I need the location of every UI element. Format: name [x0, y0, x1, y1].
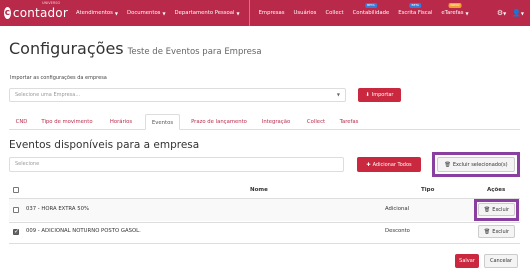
tab-tarefas[interactable]: Tarefas — [335, 114, 363, 130]
nav-label: Empresas — [258, 10, 285, 16]
tab-label: Tipo de movimento — [41, 119, 93, 125]
add-all-label: Adicionar Todos — [372, 161, 412, 168]
column-header-tipo: Tipo — [421, 187, 435, 193]
nav-label: Collect — [325, 10, 344, 16]
trash-icon: 🗑 — [483, 228, 491, 235]
logo-icon: c — [4, 7, 11, 19]
chevron-down-icon: ▼ — [236, 10, 240, 16]
save-button[interactable]: Salvar — [455, 254, 479, 268]
company-select-placeholder: Selecione uma Empresa... — [15, 92, 81, 98]
column-header-acoes: Ações — [487, 187, 506, 193]
page-title-text: Configurações — [9, 39, 124, 58]
divider — [9, 243, 520, 244]
divider — [9, 222, 520, 223]
nav-item-departamento-pessoal[interactable]: Departamento Pessoal ▼ — [175, 0, 240, 26]
nav-item-collect[interactable]: Collect — [325, 0, 343, 26]
nav-label: Documentos — [127, 10, 161, 16]
chevron-down-icon: ▼ — [336, 92, 340, 97]
row-checkbox[interactable] — [13, 207, 19, 213]
tab-integracao[interactable]: Integração — [257, 114, 295, 130]
delete-button[interactable]: 🗑 Excluir — [478, 203, 515, 216]
nav-label: Departamento Pessoal — [174, 10, 235, 16]
column-header-nome: Nome — [250, 187, 268, 193]
select-all-checkbox[interactable] — [13, 187, 19, 193]
tab-tipo-de-movimento[interactable]: Tipo de movimento — [37, 114, 97, 130]
events-section-title: Eventos disponíveis para a empresa — [9, 139, 200, 151]
tab-label: Integração — [261, 119, 291, 125]
config-tabs: CND Tipo de movimento Horários Eventos P… — [9, 114, 520, 130]
tab-eventos[interactable]: Eventos — [145, 114, 180, 130]
nav-item-etarefas[interactable]: NOVO eTarefas ▼ — [441, 0, 469, 26]
import-button[interactable]: ⬇ Importar — [358, 88, 401, 102]
event-type: Adicional — [385, 206, 410, 212]
add-all-button[interactable]: ✚ Adicionar Todos — [357, 157, 421, 172]
gear-icon[interactable]: ⚙▼ — [497, 9, 506, 17]
top-navbar: c contador UNIVERSO Atendimentos ▼ Docume… — [0, 0, 530, 26]
beta-badge: BETA — [365, 3, 377, 8]
beta-badge: BETA — [409, 3, 422, 8]
delete-label: Excluir — [492, 206, 510, 213]
new-badge: NOVO — [448, 3, 462, 8]
row-checkbox[interactable] — [13, 228, 19, 235]
trash-icon: 🗑 — [444, 161, 451, 168]
tab-cnd[interactable]: CND — [12, 114, 31, 130]
nav-item-escrita-fiscal[interactable]: BETA Escrita Fiscal — [398, 0, 432, 26]
user-icon[interactable]: 👤▼ — [512, 9, 524, 17]
delete-label: Excluir — [492, 228, 510, 235]
logo[interactable]: c contador UNIVERSO — [4, 1, 68, 20]
tab-label: Eventos — [151, 120, 174, 126]
tab-label: Prazo de lançamento — [191, 119, 247, 125]
event-select-placeholder: Selecione — [15, 161, 40, 167]
tab-horarios[interactable]: Horários — [105, 114, 137, 130]
nav-item-documentos[interactable]: Documentos ▼ — [127, 0, 166, 26]
page-title: Configurações Teste de Eventos para Empre… — [9, 39, 262, 58]
tab-label: Horários — [109, 119, 133, 125]
logo-text: contador — [12, 6, 68, 20]
plus-icon: ✚ — [366, 161, 371, 168]
nav-item-contabilidade[interactable]: BETA Contabilidade — [352, 0, 390, 26]
nav-label: Contabilidade — [352, 10, 390, 16]
delete-selected-label: Excluir selecionado(s) — [452, 161, 508, 168]
download-icon: ⬇ — [365, 92, 370, 98]
nav-item-usuarios[interactable]: Usuários — [294, 0, 317, 26]
event-name: 009 - ADICIONAL NOTURNO POSTO GASOL. — [26, 228, 141, 234]
tab-label: Tarefas — [339, 119, 359, 125]
nav-item-empresas[interactable]: Empresas — [248, 0, 285, 26]
tab-label: Collect — [306, 119, 326, 125]
tab-prazo-de-lancamento[interactable]: Prazo de lançamento — [186, 114, 252, 130]
event-name: 037 - HORA EXTRA 50% — [26, 206, 89, 212]
nav-label: eTarefas — [441, 10, 464, 16]
nav-label: Usuários — [293, 10, 317, 16]
import-label: Importar as configurações da empresa — [10, 75, 107, 81]
chevron-down-icon: ▼ — [465, 10, 469, 16]
trash-icon: 🗑 — [483, 206, 491, 213]
chevron-down-icon: ▼ — [162, 10, 166, 16]
nav-label: Atendimentos — [76, 10, 113, 16]
nav-label: Escrita Fiscal — [398, 10, 433, 16]
nav-item-atendimentos[interactable]: Atendimentos ▼ — [76, 0, 118, 26]
logo-sup: UNIVERSO — [42, 1, 61, 5]
chevron-down-icon: ▼ — [114, 10, 118, 16]
event-type: Desconto — [385, 228, 410, 234]
tab-label: CND — [15, 119, 28, 125]
event-select[interactable]: Selecione — [9, 157, 344, 172]
cancel-button[interactable]: Cancelar — [484, 254, 518, 268]
import-button-label: Importar — [371, 92, 394, 98]
delete-selected-button[interactable]: 🗑 Excluir selecionado(s) — [437, 157, 515, 172]
company-select[interactable]: Selecione uma Empresa... ▼ — [9, 88, 346, 102]
delete-button[interactable]: 🗑 Excluir — [478, 225, 515, 238]
tab-collect[interactable]: Collect — [303, 114, 329, 130]
page-subtitle: Teste de Eventos para Empresa — [127, 47, 262, 57]
